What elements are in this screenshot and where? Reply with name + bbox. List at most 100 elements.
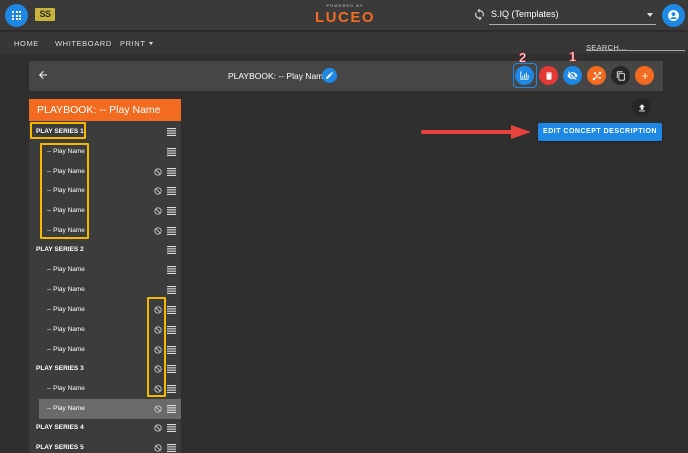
ban-icon[interactable] — [154, 227, 162, 235]
play-series-row[interactable]: PLAY SERIES 3 — [29, 359, 181, 379]
delete-button[interactable] — [539, 66, 558, 85]
back-arrow-icon[interactable] — [37, 69, 49, 81]
ban-icon[interactable] — [154, 444, 162, 452]
play-row[interactable]: -- Play Name — [29, 379, 181, 399]
drag-handle-icon[interactable] — [167, 227, 176, 235]
sync-icon[interactable] — [473, 8, 486, 21]
edit-title-button[interactable] — [322, 68, 337, 83]
concept-map-button[interactable] — [587, 66, 606, 85]
user-account-button[interactable] — [662, 4, 685, 27]
play-row[interactable]: -- Play Name — [29, 201, 181, 221]
plus-icon — [641, 72, 648, 79]
drag-handle-icon[interactable] — [167, 424, 176, 432]
luceo-brand-name: LUCEO — [315, 9, 375, 26]
drag-handle-icon[interactable] — [167, 444, 176, 452]
nav-whiteboard[interactable]: WHITEBOARD — [55, 39, 112, 48]
drag-handle-icon[interactable] — [167, 286, 176, 294]
play-row[interactable]: -- Play Name — [29, 162, 181, 182]
trash-icon — [545, 71, 552, 80]
ban-icon[interactable] — [154, 326, 162, 334]
nav-print[interactable]: PRINT — [120, 39, 153, 48]
play-name-label: -- Play Name — [47, 286, 85, 293]
drag-handle-icon[interactable] — [167, 207, 176, 215]
chevron-down-icon — [647, 13, 653, 17]
annotation-number-1: 1 — [569, 49, 577, 64]
drag-handle-icon[interactable] — [167, 266, 176, 274]
play-name-label: -- Play Name — [47, 306, 85, 313]
play-row[interactable]: -- Play Name — [29, 320, 181, 340]
bar-chart-icon — [520, 71, 529, 80]
upload-icon — [638, 103, 645, 111]
main-nav: HOME WHITEBOARD PRINT — [0, 32, 688, 54]
play-name-label: -- Play Name — [47, 266, 85, 273]
drag-handle-icon[interactable] — [167, 326, 176, 334]
search-field — [586, 37, 685, 54]
play-series-row[interactable]: PLAY SERIES 4 — [29, 418, 181, 438]
luceo-logo: POWERED BY LUCEO — [305, 3, 385, 26]
upload-button[interactable] — [632, 98, 651, 117]
play-row[interactable]: -- Play Name — [29, 221, 181, 241]
play-series-label: PLAY SERIES 1 — [36, 128, 84, 135]
brand-logo[interactable]: SS — [35, 8, 55, 21]
drag-handle-icon[interactable] — [167, 148, 176, 156]
play-name-label: -- Play Name — [47, 168, 85, 175]
nav-home[interactable]: HOME — [14, 39, 39, 48]
drag-handle-icon[interactable] — [167, 346, 176, 354]
account-circle-icon — [668, 10, 679, 21]
play-name-label: -- Play Name — [47, 227, 85, 234]
branch-icon — [592, 71, 601, 80]
add-button[interactable] — [635, 66, 654, 85]
drag-handle-icon[interactable] — [167, 365, 176, 373]
ban-icon[interactable] — [154, 306, 162, 314]
play-row[interactable]: -- Play Name — [29, 280, 181, 300]
drag-handle-icon[interactable] — [167, 246, 176, 254]
edit-concept-description-button[interactable]: EDIT CONCEPT DESCRIPTION — [538, 123, 662, 141]
ban-icon[interactable] — [154, 168, 162, 176]
drag-handle-icon[interactable] — [167, 187, 176, 195]
play-name-label: -- Play Name — [47, 148, 85, 155]
copy-button[interactable] — [611, 66, 630, 85]
ban-icon[interactable] — [154, 207, 162, 215]
drag-handle-icon[interactable] — [167, 128, 176, 136]
drag-handle-icon[interactable] — [167, 405, 176, 413]
play-series-row[interactable]: PLAY SERIES 1 — [29, 122, 181, 142]
drag-handle-icon[interactable] — [167, 306, 176, 314]
ban-icon[interactable] — [154, 385, 162, 393]
visibility-toggle-button[interactable] — [563, 66, 582, 85]
play-series-label: PLAY SERIES 5 — [36, 444, 84, 451]
organization-select[interactable]: S.IQ (Templates) — [489, 5, 656, 25]
pencil-icon — [326, 72, 333, 79]
playbook-toolbar: PLAYBOOK: -- Play Name — [29, 61, 663, 91]
play-row[interactable]: -- Play Name — [29, 300, 181, 320]
play-series-label: PLAY SERIES 2 — [36, 246, 84, 253]
ban-icon[interactable] — [154, 424, 162, 432]
chevron-down-icon — [148, 42, 153, 45]
top-bar: SS POWERED BY LUCEO S.IQ (Templates) — [0, 0, 688, 31]
nav-print-label: PRINT — [120, 39, 146, 48]
organization-select-value: S.IQ (Templates) — [491, 9, 559, 19]
drag-handle-icon[interactable] — [167, 168, 176, 176]
play-series-label: PLAY SERIES 4 — [36, 424, 84, 431]
playbook-title: PLAYBOOK: -- Play Name — [228, 71, 328, 81]
play-series-row[interactable]: PLAY SERIES 2 — [29, 240, 181, 260]
ban-icon[interactable] — [154, 365, 162, 373]
ban-icon[interactable] — [154, 405, 162, 413]
drag-handle-icon[interactable] — [167, 385, 176, 393]
play-row[interactable]: -- Play Name — [29, 142, 181, 162]
play-name-label: -- Play Name — [47, 326, 85, 333]
annotation-number-2: 2 — [519, 50, 527, 65]
play-row[interactable]: -- Play Name — [29, 260, 181, 280]
copy-icon — [616, 70, 625, 81]
play-name-label: -- Play Name — [47, 346, 85, 353]
play-row[interactable]: -- Play Name — [29, 340, 181, 360]
apps-menu-button[interactable] — [5, 4, 28, 27]
analytics-button[interactable] — [515, 66, 534, 85]
ban-icon[interactable] — [154, 346, 162, 354]
ban-icon[interactable] — [154, 187, 162, 195]
search-input[interactable] — [586, 41, 685, 54]
playbook-panel-header: PLAYBOOK: -- Play Name — [29, 99, 181, 121]
playbook-panel: PLAYBOOK: -- Play Name PLAY SERIES 1 -- P… — [29, 99, 181, 453]
play-row[interactable]: -- Play Name — [29, 181, 181, 201]
play-series-row[interactable]: PLAY SERIES 5 — [29, 438, 181, 453]
play-row[interactable]: -- Play Name — [39, 399, 181, 419]
